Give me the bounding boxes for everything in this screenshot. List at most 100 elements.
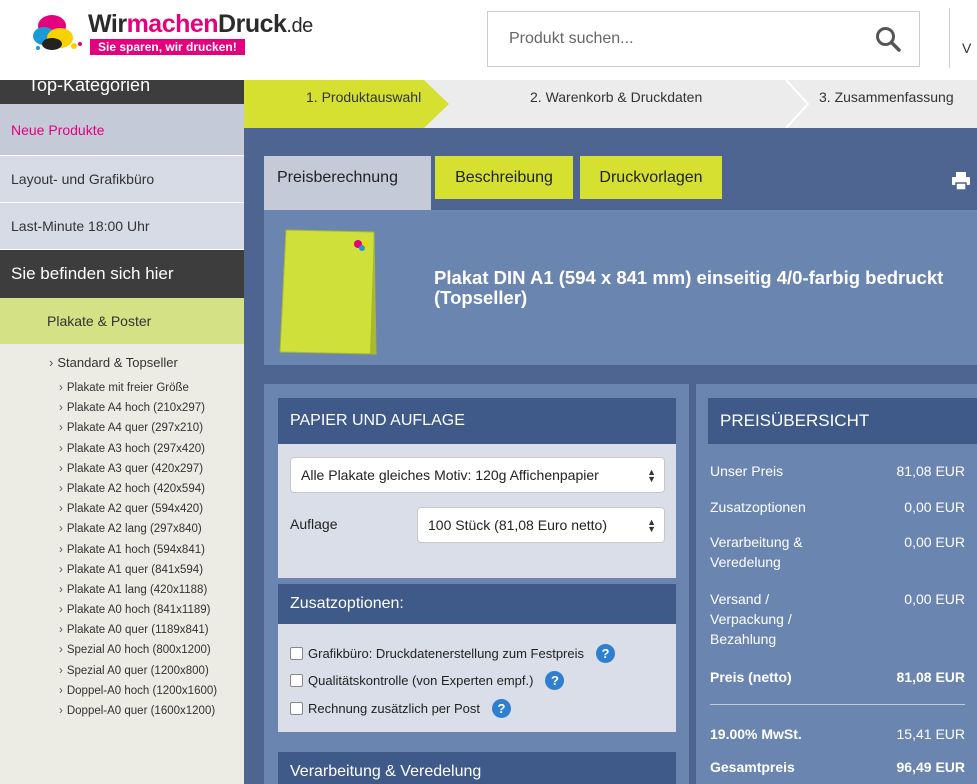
material-select[interactable]: Alle Plakate gleiches Motiv: 120g Affich… [290, 457, 665, 493]
option-graphic-design[interactable]: Grafikbüro: Druckdatenerstellung zum Fes… [290, 642, 616, 664]
list-item[interactable]: › Plakate A3 quer (420x297) [59, 459, 244, 479]
price-value: 0,00 EUR [904, 499, 965, 515]
list-item[interactable]: › Plakate A4 quer (297x210) [59, 418, 244, 438]
header-cut-text: V [962, 40, 972, 56]
finishing-section-heading: Verarbeitung & Veredelung [278, 752, 676, 784]
chevron-right-icon: › [59, 442, 63, 455]
brand-part-2: machen [126, 10, 219, 38]
price-value: 96,49 EUR [896, 759, 965, 775]
option-label: Grafikbüro: Druckdatenerstellung zum Fes… [308, 645, 585, 661]
chevron-right-icon: › [59, 402, 63, 415]
option-checkbox[interactable] [290, 646, 303, 660]
help-icon[interactable]: ? [491, 698, 511, 718]
list-item[interactable]: › Plakate A2 hoch (420x594) [59, 479, 244, 499]
sidebar-item-last-minute[interactable]: Last-Minute 18:00 Uhr [0, 203, 244, 250]
list-item[interactable]: › Plakate A1 lang (420x1188) [59, 580, 244, 600]
option-checkbox[interactable] [290, 701, 303, 715]
sidebar-you-are-here: Sie befinden sich hier [0, 250, 244, 298]
option-checkbox[interactable] [290, 673, 303, 687]
list-item-label: Plakate A2 lang (297x840) [66, 523, 202, 536]
step-product-selection[interactable]: 1. Produktauswahl [306, 89, 421, 105]
chevron-right-icon: › [49, 355, 54, 370]
price-value: 0,00 EUR [904, 591, 965, 607]
price-label: Gesamtpreis [710, 759, 795, 775]
step-summary[interactable]: 3. Zusammenfassung [819, 89, 954, 105]
quantity-select[interactable]: 100 Stück (81,08 Euro netto) ▲ ▼ [417, 507, 665, 543]
sidebar-product-list: › Plakate mit freier Größe › Plakate A4 ho… [0, 378, 244, 721]
brand-tld: .de [286, 15, 313, 37]
brand-part-3: Druck [218, 10, 287, 38]
chevron-right-icon: › [59, 705, 63, 717]
sidebar-subcategory[interactable]: › Standard & Topseller [0, 344, 244, 378]
sidebar-item-new-products[interactable]: Neue Produkte [0, 104, 244, 156]
product-image [279, 229, 377, 355]
list-item-label: Plakate A1 quer (841x594) [66, 563, 204, 576]
chevron-right-icon: › [59, 583, 63, 596]
step-divider-icon [785, 80, 810, 128]
search-icon[interactable] [875, 26, 901, 52]
sidebar-category-posters[interactable]: Plakate & Poster [0, 298, 244, 344]
list-item[interactable]: › Plakate A1 quer (841x594) [59, 560, 244, 580]
chevron-right-icon: › [59, 684, 63, 697]
list-item[interactable]: › Plakate mit freier Größe [59, 378, 244, 398]
printer-icon[interactable] [951, 171, 971, 191]
sidebar-item-layout[interactable]: Layout- und Grafikbüro [0, 156, 244, 203]
list-item-label: Plakate A3 quer (420x297) [66, 462, 204, 475]
paper-section-body: Alle Plakate gleiches Motiv: 120g Affich… [278, 444, 676, 578]
tab-print-templates[interactable]: Druckvorlagen [580, 156, 722, 199]
site-logo[interactable]: WirmachenDruck.de Sie sparen, wir drucke… [30, 8, 350, 56]
price-overview-column: PREISÜBERSICHT Unser Preis 81,08 EUR Zus… [696, 384, 977, 784]
price-label: Preis (netto) [710, 669, 792, 685]
material-select-value: Alle Plakate gleiches Motiv: 120g Affich… [301, 467, 599, 483]
list-item[interactable]: › Doppel-A0 hoch (1200x1600) [59, 681, 244, 701]
price-divider [710, 704, 965, 705]
search-input[interactable] [488, 12, 858, 66]
chevron-right-icon: › [59, 422, 63, 435]
checkout-steps: 1. Produktauswahl 2. Warenkorb & Druckda… [244, 80, 977, 128]
configuration-column: PAPIER UND AUFLAGE Alle Plakate gleiches… [264, 384, 689, 784]
step-cart[interactable]: 2. Warenkorb & Druckdaten [530, 89, 702, 105]
list-item[interactable]: › Plakate A3 hoch (297x420) [59, 439, 244, 459]
list-item-label: Doppel-A0 hoch (1200x1600) [66, 684, 218, 697]
list-item-label: Plakate A2 quer (594x420) [66, 503, 204, 516]
chevron-right-icon: › [59, 543, 63, 556]
tab-price-calculation[interactable]: Preisberechnung [264, 156, 431, 210]
price-label: Zusatzoptionen [710, 499, 806, 515]
list-item[interactable]: › Plakate A2 lang (297x840) [59, 519, 244, 539]
help-icon[interactable]: ? [596, 643, 616, 663]
price-overview-heading: PREISÜBERSICHT [708, 398, 977, 444]
option-quality-check[interactable]: Qualitätskontrolle (von Experten empf.) … [290, 669, 565, 691]
search-box [487, 11, 920, 67]
price-value: 81,08 EUR [896, 669, 965, 685]
list-item[interactable]: › Spezial A0 quer (1200x800) [59, 661, 244, 681]
list-item-label: Spezial A0 hoch (800x1200) [66, 644, 211, 657]
list-item[interactable]: › Plakate A2 quer (594x420) [59, 499, 244, 519]
brand-part-1: Wir [88, 10, 127, 38]
select-arrows-icon: ▲ ▼ [647, 467, 656, 484]
chevron-right-icon: › [59, 482, 63, 495]
help-icon[interactable]: ? [545, 670, 565, 690]
header-separator [949, 8, 950, 68]
price-label: 19.00% MwSt. [710, 726, 802, 742]
price-value: 0,00 EUR [904, 534, 965, 550]
chevron-right-icon: › [59, 624, 63, 637]
list-item[interactable]: › Plakate A0 hoch (841x1189) [59, 600, 244, 620]
list-item-label: Plakate A1 hoch (594x841) [66, 543, 205, 556]
product-title: Plakat DIN A1 (594 x 841 mm) einseitig 4… [434, 267, 944, 308]
list-item-label: Plakate A1 lang (420x1188) [66, 583, 208, 596]
list-item-label: Plakate A4 hoch (210x297) [66, 402, 205, 415]
tab-description[interactable]: Beschreibung [435, 156, 573, 199]
select-arrows-icon: ▲ ▼ [647, 517, 656, 534]
list-item[interactable]: › Plakate A4 hoch (210x297) [59, 398, 244, 418]
list-item-label: Plakate A0 hoch (841x1189) [66, 604, 211, 617]
list-item[interactable]: › Plakate A0 quer (1189x841) [59, 620, 244, 640]
list-item-label: Plakate A4 quer (297x210) [66, 422, 204, 435]
chevron-right-icon: › [59, 563, 63, 576]
list-item[interactable]: › Plakate A1 hoch (594x841) [59, 540, 244, 560]
options-section-body: Grafikbüro: Druckdatenerstellung zum Fes… [278, 624, 676, 732]
option-postal-invoice[interactable]: Rechnung zusätzlich per Post ? [290, 697, 511, 719]
chevron-right-icon: › [59, 664, 63, 677]
logo-slogan: Sie sparen, wir drucken! [90, 39, 245, 55]
list-item[interactable]: › Spezial A0 hoch (800x1200) [59, 640, 244, 660]
list-item[interactable]: › Doppel-A0 quer (1600x1200) [59, 701, 244, 721]
